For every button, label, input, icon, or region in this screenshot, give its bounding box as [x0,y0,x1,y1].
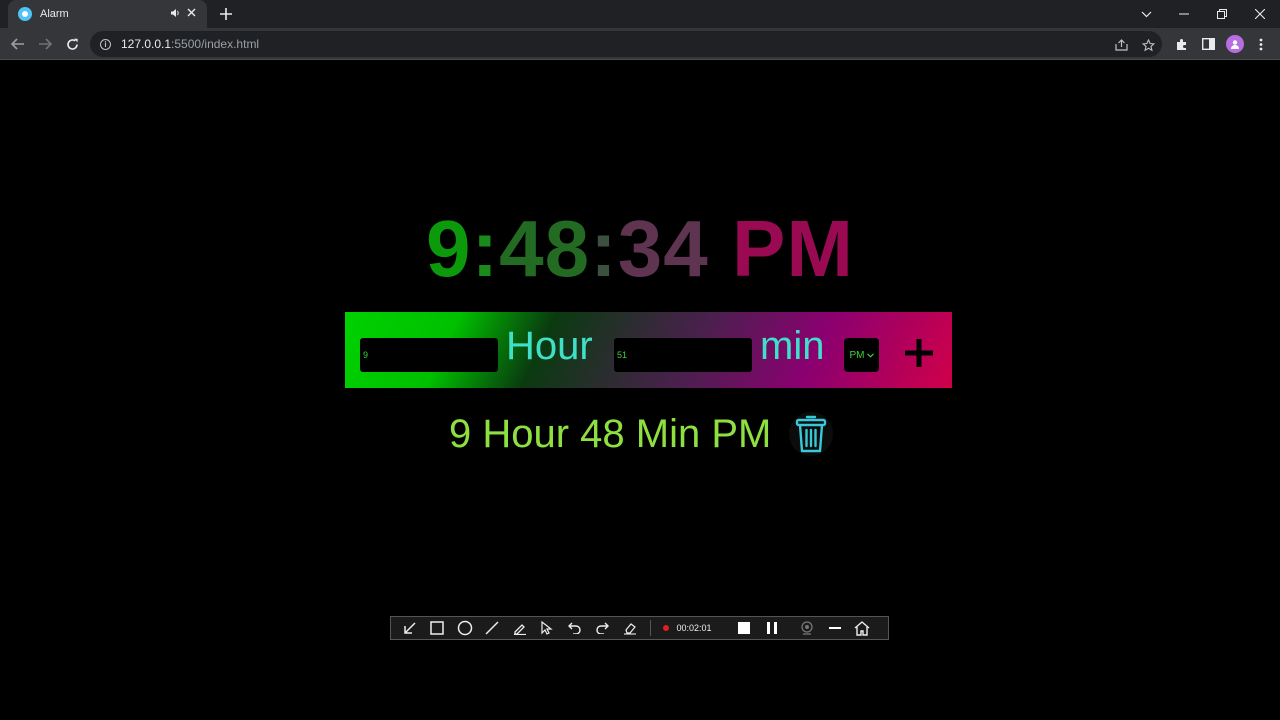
plus-icon [905,339,933,367]
site-info-icon[interactable]: i [100,38,111,50]
redo-icon[interactable] [589,617,617,639]
share-icon[interactable] [1112,36,1130,54]
minute-input[interactable]: 51 [614,338,752,372]
menu-kebab-icon[interactable] [1250,33,1272,55]
pointer-tool-icon[interactable] [534,617,562,639]
clock-separator: : [590,204,618,293]
url-host: 127.0.0.1 [121,37,172,51]
recording-indicator-icon [662,625,669,631]
eraser-tool-icon[interactable] [616,617,644,639]
bookmark-star-icon[interactable] [1139,36,1157,54]
speaker-icon[interactable] [167,8,183,21]
undo-icon[interactable] [561,617,589,639]
browser-tab[interactable]: Alarm [8,0,207,28]
stop-recording-icon[interactable] [731,617,759,639]
forward-icon[interactable] [33,32,57,56]
hour-input[interactable]: 9 [360,338,498,372]
line-tool-icon[interactable] [479,617,507,639]
home-icon[interactable] [849,617,877,639]
screen-recorder-toolbar: 00:02:01 [390,616,889,640]
add-alarm-button[interactable] [899,333,939,373]
alarm-list-item: 9 Hour 48 Min PM [449,408,834,460]
chevron-down-icon [866,352,874,358]
pen-tool-icon[interactable] [506,617,534,639]
favicon-icon [18,7,32,21]
minimize-icon[interactable] [1165,0,1203,28]
webcam-icon[interactable] [794,617,822,639]
url-path: :5500/index.html [171,37,260,51]
close-tab-icon[interactable] [183,8,199,20]
period-select-value: PM [849,349,865,361]
side-panel-icon[interactable] [1197,33,1219,55]
arrow-tool-icon[interactable] [396,617,424,639]
alarm-input-bar: 9 Hour 51 min PM [345,312,952,388]
restore-icon[interactable] [1203,0,1241,28]
close-window-icon[interactable] [1241,0,1279,28]
tab-title: Alarm [40,8,69,20]
tab-search-icon[interactable] [1127,0,1165,28]
back-icon[interactable] [6,32,30,56]
rectangle-tool-icon[interactable] [424,617,452,639]
clock-hours: 9 [426,204,472,293]
browser-toolbar: i 127.0.0.1:5500/index.html [0,28,1280,60]
clock-minutes: 48 [499,204,591,293]
address-bar[interactable]: i 127.0.0.1:5500/index.html [90,31,1162,57]
clock-period: PM [731,204,854,293]
clock-seconds: 34 [617,204,709,293]
recording-timer: 00:02:01 [676,623,712,633]
period-select[interactable]: PM [844,338,879,372]
hour-label: Hour [506,324,593,368]
profile-avatar[interactable] [1224,33,1246,55]
trash-icon [796,415,827,453]
delete-alarm-button[interactable] [789,412,834,456]
new-tab-button[interactable] [216,4,236,24]
digital-clock: 9:48:34 PM [0,204,1280,294]
toolbar-divider [649,620,651,636]
minimize-toolbar-icon[interactable] [821,617,849,639]
alarm-time-text: 9 Hour 48 Min PM [449,412,772,456]
tab-strip: Alarm [0,0,1280,28]
minute-label: min [760,324,825,368]
extensions-icon[interactable] [1170,33,1192,55]
circle-tool-icon[interactable] [451,617,479,639]
pause-recording-icon[interactable] [758,617,786,639]
clock-separator: : [471,204,500,293]
reload-icon[interactable] [60,32,84,56]
